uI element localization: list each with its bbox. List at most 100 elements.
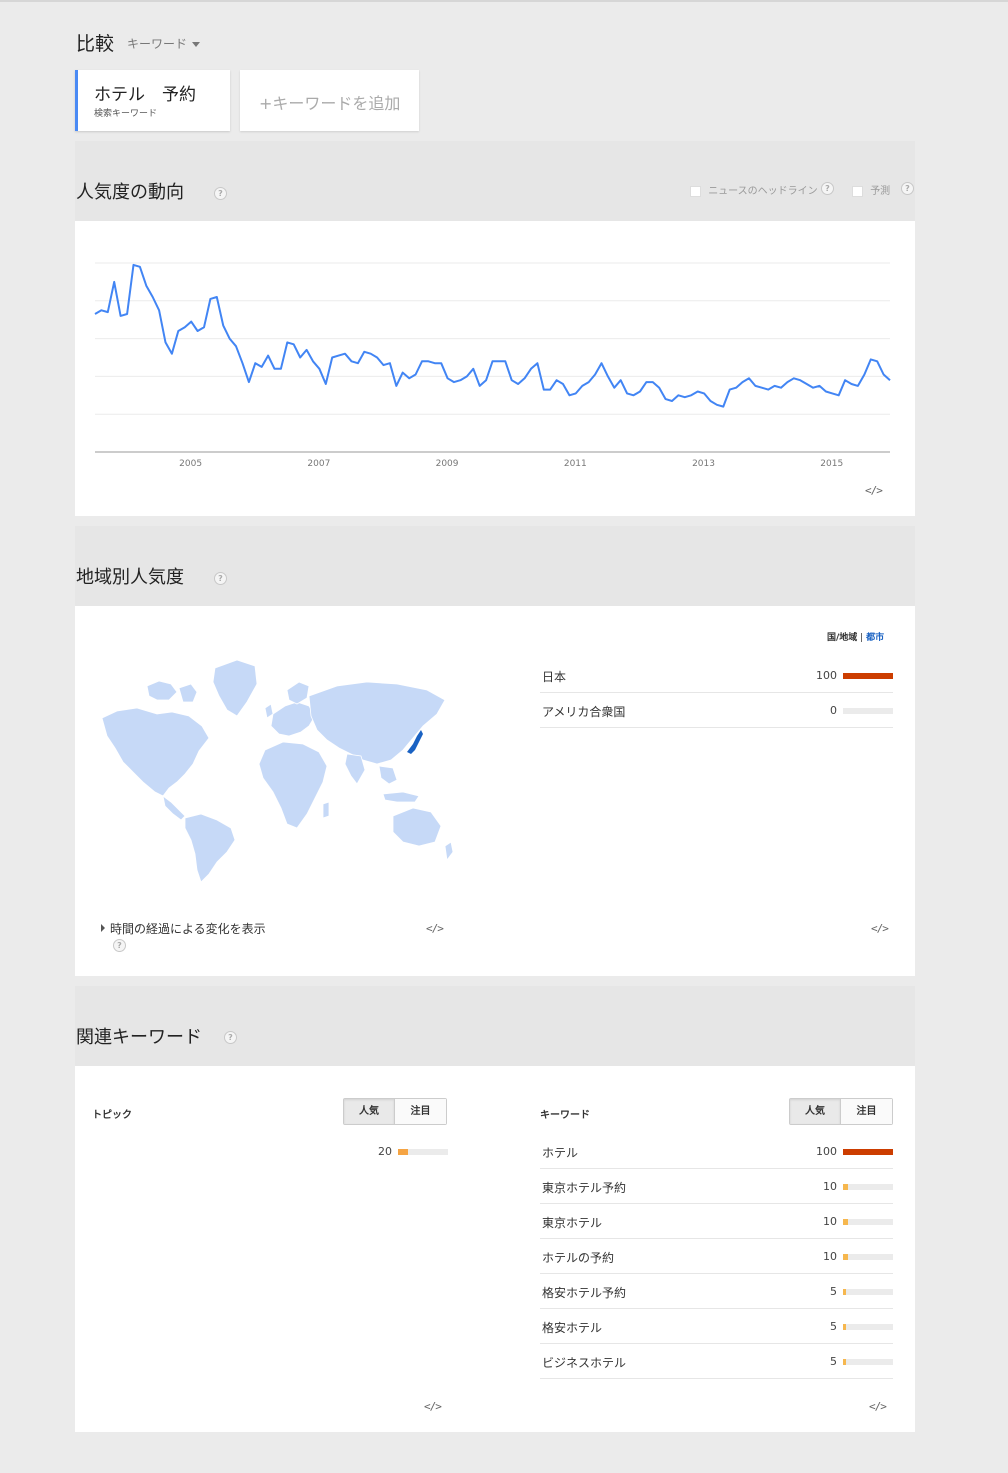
topics-tab-top[interactable]: 人気 [344, 1099, 395, 1124]
query-row-bar-track [843, 1324, 893, 1330]
topic-row[interactable]: 20 [95, 1134, 448, 1169]
map-asia [308, 681, 446, 765]
forecast-checkbox[interactable] [852, 185, 863, 197]
topics-embed-icon[interactable]: </> [424, 1400, 442, 1413]
topics-label: トピック [92, 1110, 132, 1121]
news-headlines-option[interactable]: ニュースのヘッドライン [690, 182, 818, 197]
query-row-bar [843, 1219, 848, 1225]
region-row-bar-track [843, 708, 893, 714]
mode-separator: | [860, 633, 864, 643]
related-card: トピック 人気 注目 20 キーワード 人気 注目 ホテル 100 東京ホテル予約 1… [75, 1066, 915, 1432]
forecast-option[interactable]: 予測 [852, 182, 890, 197]
search-term-name: ホテル 予約 [94, 85, 196, 105]
topics-tab-rising[interactable]: 注目 [395, 1099, 446, 1124]
query-row-bar [843, 1324, 846, 1330]
map-southeast-asia [378, 765, 398, 785]
query-row-bar [843, 1359, 846, 1365]
query-row-label: ホテルの予約 [542, 1251, 615, 1265]
topic-row-bar-track [398, 1149, 448, 1155]
compare-title: 比較 [76, 33, 115, 55]
query-row-value: 100 [816, 1145, 837, 1158]
queries-label: キーワード [540, 1110, 590, 1121]
search-term-type: 検索キーワード [94, 109, 158, 119]
trend-chart[interactable] [75, 221, 915, 481]
query-row-bar-track [843, 1149, 893, 1155]
top-border [0, 0, 1008, 2]
map-europe [270, 701, 316, 737]
query-row-bar [843, 1184, 848, 1190]
mode-city[interactable]: 都市 [866, 633, 884, 643]
query-row[interactable]: ビジネスホテル 5 [540, 1344, 893, 1379]
news-headlines-label: ニュースのヘッドライン [708, 186, 818, 197]
queries-tab-rising[interactable]: 注目 [841, 1099, 892, 1124]
region-row[interactable]: 日本 100 [540, 658, 893, 693]
map-greenland [212, 659, 258, 717]
map-india [344, 753, 366, 785]
query-row-value: 10 [823, 1250, 837, 1263]
interest-title: 人気度の動向 [76, 182, 184, 203]
help-icon[interactable]: ? [214, 572, 227, 585]
query-row-bar-track [843, 1254, 893, 1260]
help-icon[interactable]: ? [214, 187, 227, 200]
query-row-label: 東京ホテル予約 [542, 1181, 627, 1195]
forecast-label: 予測 [870, 186, 891, 197]
query-row[interactable]: 東京ホテル予約 10 [540, 1169, 893, 1204]
x-tick-label: 2009 [435, 459, 459, 469]
trend-line[interactable] [94, 263, 891, 408]
query-row-label: ホテル [542, 1146, 579, 1160]
map-canada-islands [146, 680, 178, 701]
region-row-value: 0 [830, 704, 837, 717]
map-uk [264, 703, 274, 719]
mode-country[interactable]: 国/地域 [827, 633, 857, 643]
help-icon[interactable]: ? [224, 1031, 237, 1044]
region-embed-icon[interactable]: </> [871, 922, 889, 935]
query-row[interactable]: 東京ホテル 10 [540, 1204, 893, 1239]
map-new-zealand [444, 841, 454, 862]
map-north-america [101, 707, 210, 797]
query-row-bar [843, 1149, 893, 1155]
query-row-value: 5 [830, 1355, 837, 1368]
news-help-icon[interactable]: ? [821, 182, 834, 195]
query-row-bar [843, 1289, 846, 1295]
queries-tab-top[interactable]: 人気 [790, 1099, 841, 1124]
query-row-bar-track [843, 1184, 893, 1190]
region-title: 地域別人気度 [76, 567, 184, 588]
add-term-button[interactable]: +キーワードを追加 [240, 70, 419, 131]
topic-row-bar [398, 1149, 408, 1155]
query-row[interactable]: 格安ホテル 5 [540, 1309, 893, 1344]
map-canada-islands-2 [178, 683, 198, 703]
compare-type-dropdown[interactable]: キーワード [127, 35, 201, 52]
map-scandinavia [286, 681, 310, 705]
map-south-america [184, 813, 236, 883]
region-row-bar [843, 673, 893, 679]
compare-type-label: キーワード [127, 37, 188, 51]
news-headlines-checkbox[interactable] [690, 185, 701, 197]
query-row[interactable]: ホテル 100 [540, 1134, 893, 1169]
topics-tabs: 人気 注目 [343, 1098, 447, 1125]
region-row-value: 100 [816, 669, 837, 682]
time-change-toggle[interactable]: 時間の経過による変化を表示 [101, 920, 266, 937]
forecast-help-icon[interactable]: ? [901, 182, 914, 195]
query-row-label: 東京ホテル [542, 1216, 603, 1230]
queries-embed-icon[interactable]: </> [869, 1400, 887, 1413]
query-row-bar-track [843, 1219, 893, 1225]
query-row-label: 格安ホテル予約 [542, 1286, 627, 1300]
map-central-america [162, 795, 186, 821]
map-embed-icon[interactable]: </> [426, 922, 444, 935]
region-row-bar-track [843, 673, 893, 679]
time-change-help-icon[interactable]: ? [113, 939, 126, 952]
chevron-down-icon [192, 42, 201, 47]
related-title: 関連キーワード [76, 1027, 202, 1048]
query-row[interactable]: ホテルの予約 10 [540, 1239, 893, 1274]
region-row[interactable]: アメリカ合衆国 0 [540, 693, 893, 728]
queries-tabs: 人気 注目 [789, 1098, 893, 1125]
map-australia [392, 807, 442, 847]
embed-icon[interactable]: </> [865, 484, 883, 497]
query-row-label: 格安ホテル [542, 1321, 603, 1335]
search-term-card[interactable]: ホテル 予約 検索キーワード [75, 70, 230, 131]
region-row-label: アメリカ合衆国 [542, 705, 626, 719]
query-row[interactable]: 格安ホテル予約 5 [540, 1274, 893, 1309]
x-tick-label: 2011 [563, 459, 587, 469]
world-map[interactable] [97, 656, 457, 886]
query-row-value: 10 [823, 1180, 837, 1193]
